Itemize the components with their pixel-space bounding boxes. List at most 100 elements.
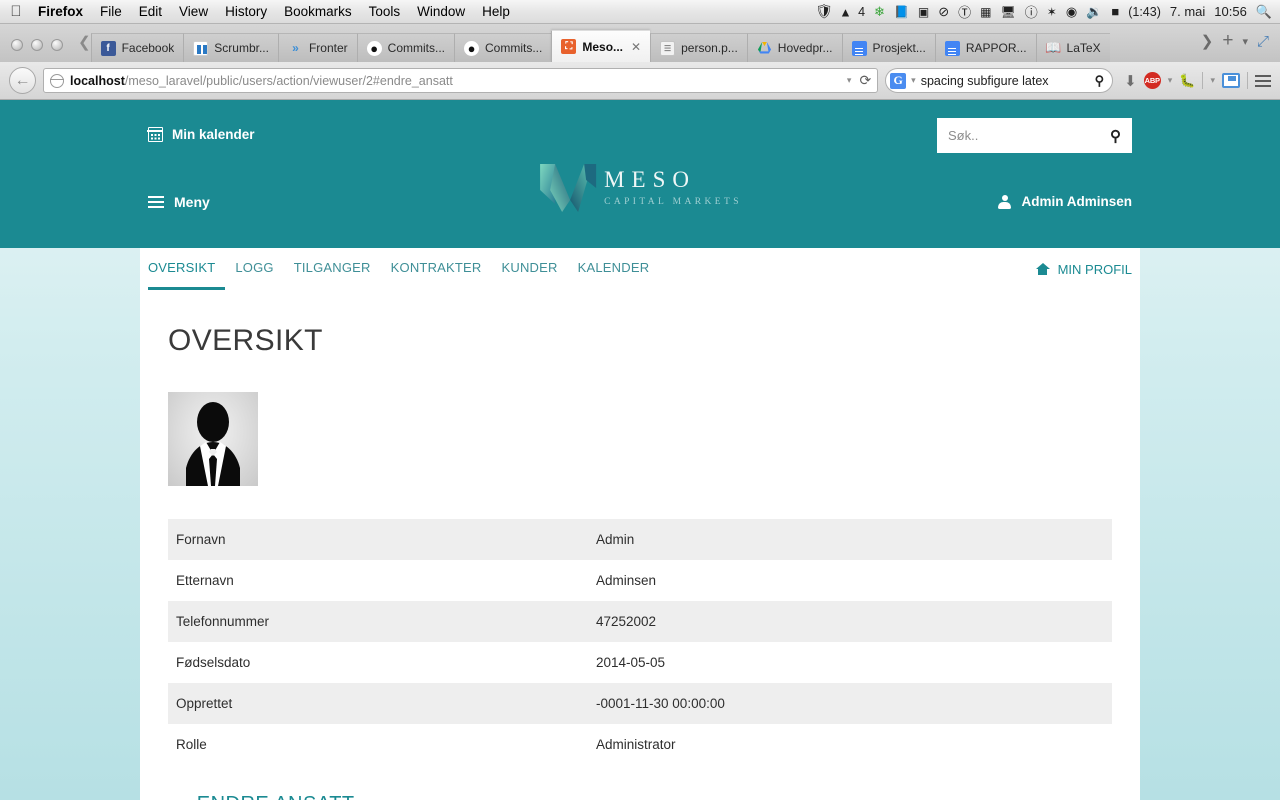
menu-item-edit[interactable]: Edit <box>139 4 162 19</box>
table-row: Etternavn Adminsen <box>168 560 1112 601</box>
my-calendar-link[interactable]: Min kalender <box>147 127 255 142</box>
menu-item-file[interactable]: File <box>100 4 122 19</box>
row-value: Admin <box>596 532 635 547</box>
table-row: Fornavn Admin <box>168 519 1112 560</box>
browser-tab[interactable]: 📖 LaTeX <box>1035 33 1110 62</box>
shield-icon[interactable]: 🛡 <box>815 3 833 20</box>
volume-icon[interactable]: 🔉 <box>1086 4 1102 20</box>
tab-logg[interactable]: LOGG <box>225 248 283 290</box>
tab-tilganger[interactable]: TILGANGER <box>284 248 381 290</box>
pocket-icon[interactable] <box>1222 73 1240 88</box>
tab-label: Fronter <box>308 41 348 55</box>
new-tab-button[interactable]: + <box>1219 30 1236 52</box>
display-icon[interactable]: 🖥 <box>1001 5 1016 19</box>
browser-tab[interactable]: ● Commits... <box>356 33 454 62</box>
endre-ansatt-section-toggle[interactable]: ⌄ ENDRE ANSATT <box>168 793 1112 800</box>
tab-scroll-left-icon[interactable]: ❯ <box>72 33 91 62</box>
audio-meter-icon[interactable]: ▲ <box>842 5 849 19</box>
row-value: 47252002 <box>596 614 657 629</box>
minimize-window-button[interactable] <box>31 39 43 51</box>
address-bar-controls: ▾ ⟳ <box>847 72 871 89</box>
browser-tab[interactable]: RAPPOR... <box>934 33 1036 62</box>
download-icon[interactable]: ⬇ <box>1124 72 1137 90</box>
my-profile-link[interactable]: MIN PROFIL <box>1035 248 1132 290</box>
menu-item-help[interactable]: Help <box>482 4 510 19</box>
os-status-items: 🛡 ▲ 4 ❄ 📘 ▣ ⊘ Ⓣ ▦ 🖥 ⓘ ✶ ◉ 🔉 ■ (1:43) 7. … <box>815 2 1280 21</box>
zoom-window-button[interactable] <box>51 39 63 51</box>
extension-icon[interactable]: 🐛 <box>1179 73 1195 89</box>
battery-time-remaining: (1:43) <box>1128 4 1161 19</box>
browser-tab[interactable]: ☰ person.p... <box>650 33 747 62</box>
github-icon: ● <box>366 40 382 56</box>
toolbar-divider <box>1202 72 1204 89</box>
menu-item-tools[interactable]: Tools <box>369 4 401 19</box>
menu-item-firefox[interactable]: Firefox <box>38 4 83 19</box>
tab-list-button[interactable]: ▾ <box>1239 35 1251 48</box>
tab-label: Prosjekt... <box>872 41 926 55</box>
calendar-icon <box>147 127 163 142</box>
menu-toggle[interactable]: Meny <box>148 194 210 210</box>
logo-primary-text: MESO <box>604 167 697 192</box>
trello-icon <box>193 40 209 56</box>
dictionary-icon[interactable]: 📘 <box>894 5 909 19</box>
address-bar[interactable]: localhost/meso_laravel/public/users/acti… <box>43 68 879 93</box>
menu-icon[interactable] <box>1255 74 1271 87</box>
menu-label: Meny <box>174 194 210 210</box>
browser-search-bar[interactable]: G ▾ spacing subfigure latex ⚲ <box>885 68 1114 93</box>
wifi-icon[interactable]: ◉ <box>1066 4 1077 20</box>
browser-tab[interactable]: f Facebook <box>90 33 184 62</box>
tab-label: KALENDER <box>577 260 650 275</box>
do-not-disturb-icon[interactable]: ⊘ <box>938 4 949 20</box>
tab-kalender[interactable]: KALENDER <box>568 248 660 290</box>
tab-label: Commits... <box>387 41 445 55</box>
battery-icon[interactable]: ■ <box>1111 4 1119 19</box>
tab-oversikt[interactable]: OVERSIKT <box>148 248 226 290</box>
screenshot-selection-icon[interactable]: ▣ <box>918 5 929 19</box>
back-button[interactable]: ← <box>9 67 36 94</box>
browser-tab[interactable]: ● Commits... <box>454 33 552 62</box>
menu-item-window[interactable]: Window <box>417 4 465 19</box>
quicktime-icon[interactable]: Ⓣ <box>958 2 971 21</box>
site-logo[interactable]: MESO CAPITAL MARKETS <box>538 160 742 216</box>
tab-kontrakter[interactable]: KONTRAKTER <box>381 248 492 290</box>
tab-label: Meso... <box>582 39 624 54</box>
menu-item-history[interactable]: History <box>225 4 267 19</box>
reload-icon[interactable]: ⟳ <box>859 72 871 89</box>
time-machine-icon[interactable]: ⓘ <box>1025 2 1038 21</box>
menubar-date: 7. mai <box>1169 4 1206 19</box>
chevron-down-icon[interactable]: ▾ <box>1210 75 1215 86</box>
adblock-plus-icon[interactable]: ABP <box>1143 72 1161 89</box>
bluetooth-icon[interactable]: ✶ <box>1047 5 1057 19</box>
menu-item-bookmarks[interactable]: Bookmarks <box>284 4 352 19</box>
row-value: 2014-05-05 <box>596 655 666 670</box>
close-window-button[interactable] <box>11 39 23 51</box>
chevron-down-icon[interactable]: ▾ <box>1168 75 1173 86</box>
tab-kunder[interactable]: KUNDER <box>492 248 568 290</box>
hamburger-icon <box>148 196 164 208</box>
tab-label: RAPPOR... <box>965 41 1027 55</box>
page-viewport: Min kalender Meny MESO CAPITAL MARKETS S… <box>0 100 1280 800</box>
tab-label: KONTRAKTER <box>390 260 482 275</box>
current-user-link[interactable]: Admin Adminsen <box>998 194 1132 209</box>
dropbox-icon[interactable]: ❄ <box>874 4 885 20</box>
table-row: Fødselsdato 2014-05-05 <box>168 642 1112 683</box>
fullscreen-button[interactable]: ⤢ <box>1254 33 1272 50</box>
search-icon[interactable]: ⚲ <box>1095 73 1105 89</box>
search-icon[interactable]: ⚲ <box>1110 127 1121 145</box>
browser-tab[interactable]: Prosjekt... <box>841 33 935 62</box>
google-icon[interactable]: G <box>890 72 907 89</box>
browser-tab-active[interactable]: ⛶ Meso... ✕ <box>551 30 651 62</box>
browser-tab[interactable]: Hovedpr... <box>746 33 842 62</box>
url-host: localhost <box>70 73 125 88</box>
spotlight-search-icon[interactable]: 🔍 <box>1256 4 1272 20</box>
menu-item-view[interactable]: View <box>179 4 208 19</box>
chevron-down-icon[interactable]: ▾ <box>847 75 852 86</box>
chevron-down-icon[interactable]: ▾ <box>911 75 916 86</box>
site-search-box[interactable]: Søk.. ⚲ <box>937 118 1132 153</box>
tab-scroll-right-icon[interactable]: ❯ <box>1198 32 1217 50</box>
browser-tab[interactable]: Scrumbr... <box>183 33 278 62</box>
keyboard-icon[interactable]: ▦ <box>980 5 991 19</box>
apple-menu-icon[interactable]:  <box>0 4 28 19</box>
browser-tab[interactable]: » Fronter <box>277 33 357 62</box>
close-icon[interactable]: ✕ <box>631 40 641 54</box>
